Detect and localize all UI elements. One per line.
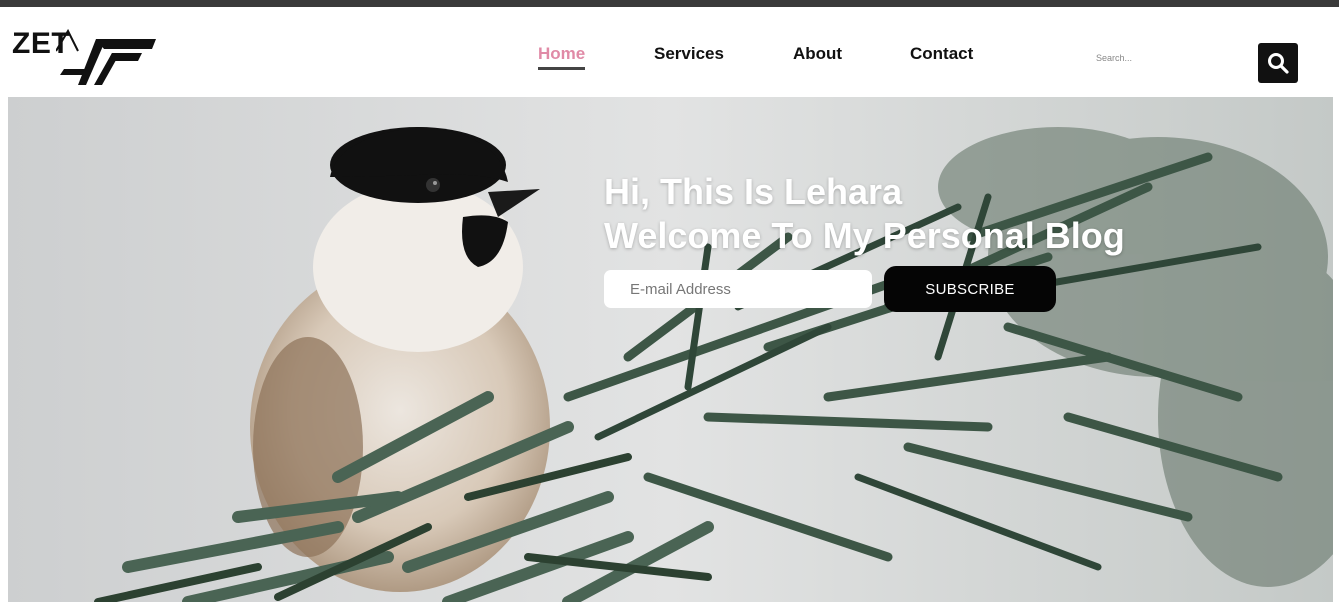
search-icon	[1268, 53, 1289, 74]
nav-services[interactable]: Services	[654, 44, 724, 64]
nav-contact[interactable]: Contact	[910, 44, 973, 64]
hero-title-line-2: Welcome To My Personal Blog	[604, 215, 1125, 256]
search-input[interactable]	[1094, 49, 1238, 67]
nav-about[interactable]: About	[793, 44, 842, 64]
search-button[interactable]	[1258, 43, 1298, 83]
site-header: ZET Home Services About Contact	[0, 7, 1339, 97]
email-input[interactable]	[604, 270, 872, 308]
logo-mark-icon	[56, 29, 156, 85]
subscribe-button[interactable]: SUBSCRIBE	[884, 266, 1056, 312]
hero-banner: Hi, This Is Lehara Welcome To My Persona…	[8, 97, 1333, 602]
hero-title: Hi, This Is Lehara Welcome To My Persona…	[604, 170, 1125, 258]
site-logo[interactable]: ZET	[12, 25, 172, 85]
top-border	[0, 0, 1339, 7]
hero-title-line-1: Hi, This Is Lehara	[604, 171, 903, 212]
nav-home[interactable]: Home	[538, 44, 586, 70]
